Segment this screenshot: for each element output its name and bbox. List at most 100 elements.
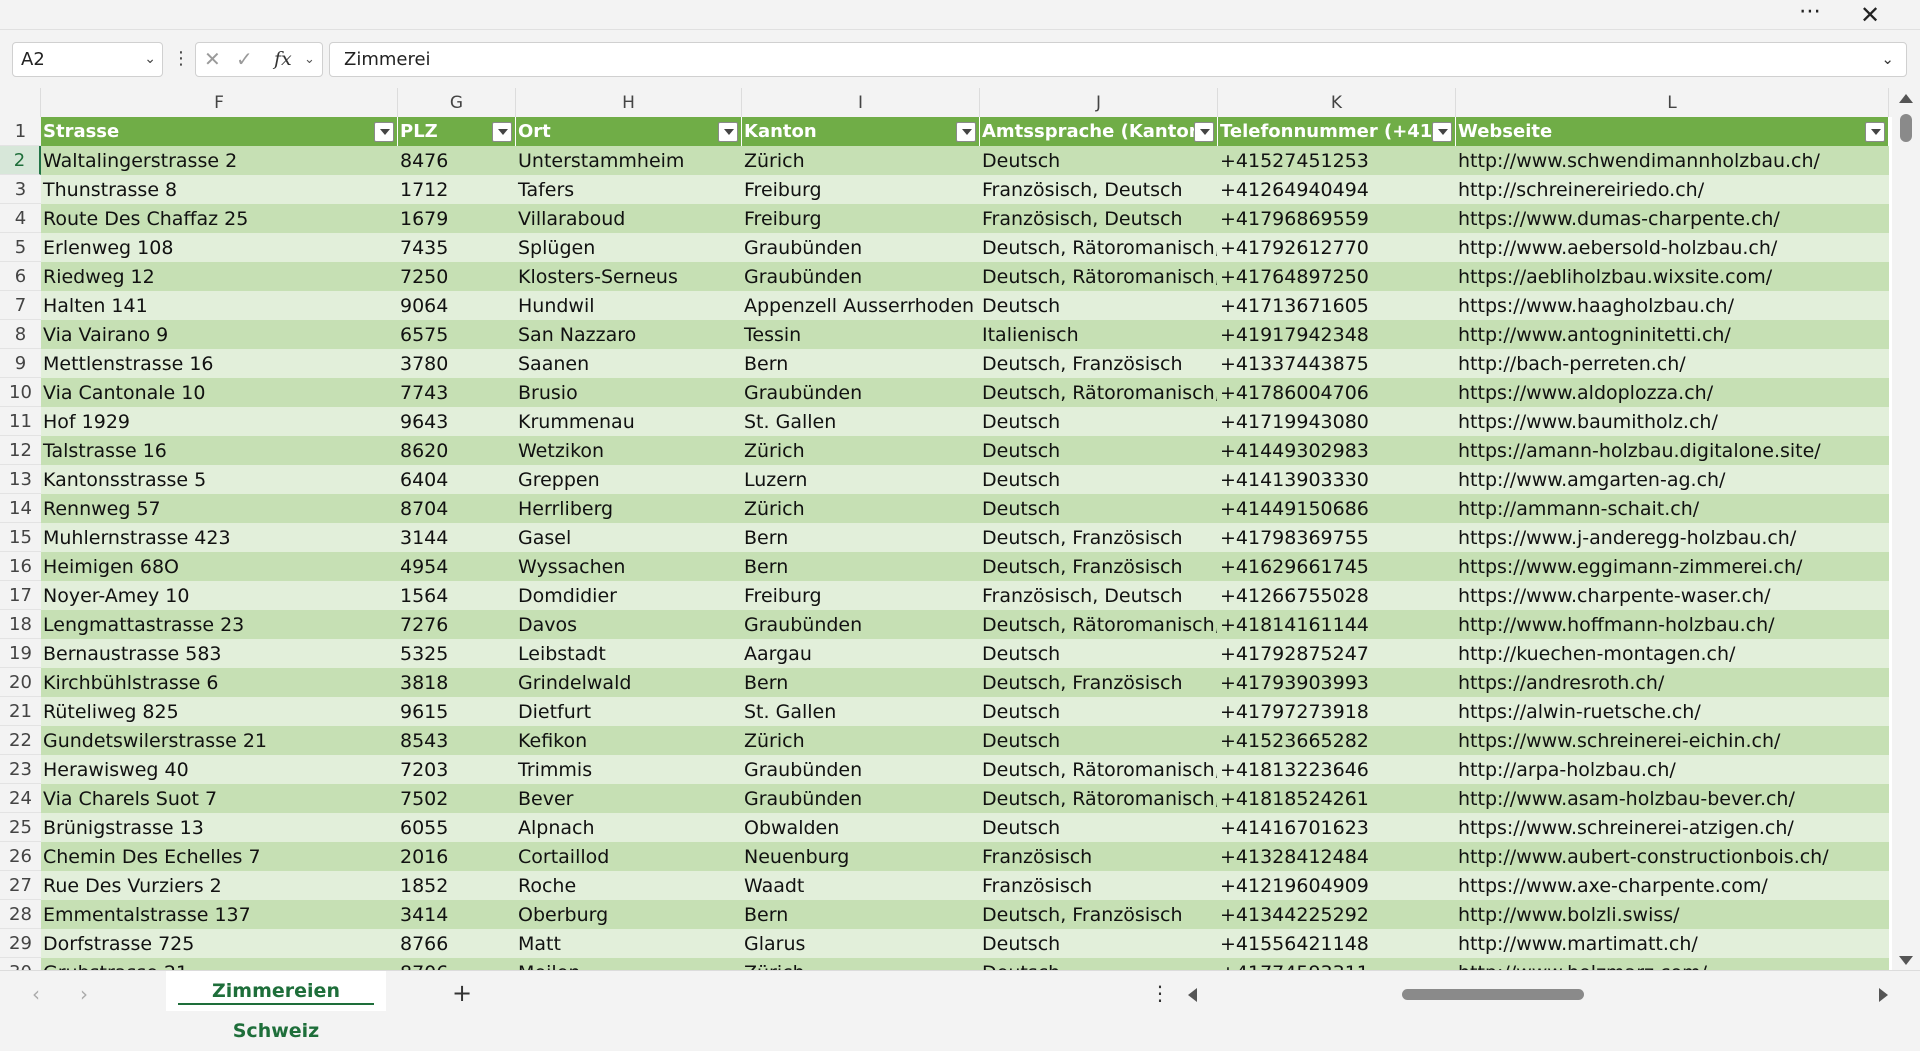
- table-cell[interactable]: https://alwin-ruetsche.ch/: [1456, 697, 1889, 726]
- filter-dropdown-icon[interactable]: [492, 122, 512, 142]
- table-header-cell[interactable]: Amtssprache (Kanton): [980, 117, 1218, 146]
- table-cell[interactable]: +41792612770: [1218, 233, 1456, 262]
- table-cell[interactable]: Bern: [742, 523, 980, 552]
- table-cell[interactable]: Kefikon: [516, 726, 742, 755]
- ellipsis-icon[interactable]: ⋯: [1790, 0, 1830, 30]
- filter-dropdown-icon[interactable]: [374, 122, 394, 142]
- table-cell[interactable]: Davos: [516, 610, 742, 639]
- column-header-h[interactable]: H: [516, 88, 742, 117]
- table-cell[interactable]: http://www.aubert-constructionbois.ch/: [1456, 842, 1889, 871]
- table-cell[interactable]: +41629661745: [1218, 552, 1456, 581]
- table-cell[interactable]: 4954: [398, 552, 516, 581]
- table-cell[interactable]: +41793903993: [1218, 668, 1456, 697]
- table-header-cell[interactable]: PLZ: [398, 117, 516, 146]
- filter-dropdown-icon[interactable]: [1194, 122, 1214, 142]
- table-cell[interactable]: 8704: [398, 494, 516, 523]
- table-cell[interactable]: +41527451253: [1218, 146, 1456, 175]
- row-header[interactable]: 22: [0, 726, 41, 755]
- table-cell[interactable]: 1712: [398, 175, 516, 204]
- column-header-g[interactable]: G: [398, 88, 516, 117]
- table-cell[interactable]: Appenzell Ausserrhoden: [742, 291, 980, 320]
- scroll-down-icon[interactable]: [1899, 956, 1913, 965]
- filter-dropdown-icon[interactable]: [956, 122, 976, 142]
- table-cell[interactable]: Talstrasse 16: [41, 436, 398, 465]
- table-cell[interactable]: Deutsch: [980, 929, 1218, 958]
- table-cell[interactable]: +41416701623: [1218, 813, 1456, 842]
- column-header-k[interactable]: K: [1218, 88, 1456, 117]
- table-cell[interactable]: http://www.aebersold-holzbau.ch/: [1456, 233, 1889, 262]
- table-cell[interactable]: Französisch: [980, 871, 1218, 900]
- table-cell[interactable]: Bever: [516, 784, 742, 813]
- column-header-i[interactable]: I: [742, 88, 980, 117]
- table-cell[interactable]: Deutsch, Rätoromanisch,: [980, 610, 1218, 639]
- table-cell[interactable]: Grubstrasse 21: [41, 958, 398, 970]
- row-header[interactable]: 12: [0, 436, 41, 465]
- table-cell[interactable]: Oberburg: [516, 900, 742, 929]
- table-cell[interactable]: Mettlenstrasse 16: [41, 349, 398, 378]
- table-cell[interactable]: Deutsch: [980, 813, 1218, 842]
- tab-zimmereien-schweiz[interactable]: Zimmereien Schweiz: [166, 971, 386, 1042]
- scroll-right-icon[interactable]: [1879, 988, 1888, 1002]
- chevron-left-icon[interactable]: ‹: [32, 971, 40, 1017]
- table-cell[interactable]: Riedweg 12: [41, 262, 398, 291]
- table-cell[interactable]: http://schreinereiriedo.ch/: [1456, 175, 1889, 204]
- table-cell[interactable]: Klosters-Serneus: [516, 262, 742, 291]
- row-header[interactable]: 3: [0, 175, 41, 204]
- table-cell[interactable]: +41774593311: [1218, 958, 1456, 970]
- table-cell[interactable]: +41719943080: [1218, 407, 1456, 436]
- table-cell[interactable]: http://kuechen-montagen.ch/: [1456, 639, 1889, 668]
- expand-formula-icon[interactable]: ⌄: [1881, 43, 1894, 76]
- row-header[interactable]: 30: [0, 958, 41, 970]
- insert-function-icon[interactable]: fx: [274, 43, 292, 76]
- table-cell[interactable]: Lengmattastrasse 23: [41, 610, 398, 639]
- table-cell[interactable]: +41796869559: [1218, 204, 1456, 233]
- row-header[interactable]: 23: [0, 755, 41, 784]
- table-cell[interactable]: Herrliberg: [516, 494, 742, 523]
- horizontal-scrollbar[interactable]: [1188, 985, 1888, 1005]
- row-header[interactable]: 5: [0, 233, 41, 262]
- row-header[interactable]: 26: [0, 842, 41, 871]
- table-cell[interactable]: https://www.aldoplozza.ch/: [1456, 378, 1889, 407]
- table-cell[interactable]: Neuenburg: [742, 842, 980, 871]
- column-header-j[interactable]: J: [980, 88, 1218, 117]
- table-cell[interactable]: Zürich: [742, 494, 980, 523]
- table-cell[interactable]: Bern: [742, 900, 980, 929]
- table-cell[interactable]: Tafers: [516, 175, 742, 204]
- table-cell[interactable]: Wetzikon: [516, 436, 742, 465]
- table-cell[interactable]: Deutsch: [980, 958, 1218, 970]
- table-cell[interactable]: Deutsch: [980, 465, 1218, 494]
- table-cell[interactable]: +41344225292: [1218, 900, 1456, 929]
- table-cell[interactable]: 3144: [398, 523, 516, 552]
- table-cell[interactable]: http://www.bolzli.swiss/: [1456, 900, 1889, 929]
- table-cell[interactable]: Bern: [742, 668, 980, 697]
- table-cell[interactable]: http://www.amgarten-ag.ch/: [1456, 465, 1889, 494]
- table-cell[interactable]: Deutsch: [980, 407, 1218, 436]
- table-cell[interactable]: Deutsch, Französisch: [980, 523, 1218, 552]
- table-cell[interactable]: Brusio: [516, 378, 742, 407]
- table-cell[interactable]: Rue Des Vurziers 2: [41, 871, 398, 900]
- table-header-cell[interactable]: Kanton: [742, 117, 980, 146]
- table-cell[interactable]: Aargau: [742, 639, 980, 668]
- table-cell[interactable]: Gundetswilerstrasse 21: [41, 726, 398, 755]
- table-cell[interactable]: Roche: [516, 871, 742, 900]
- table-cell[interactable]: https://www.baumitholz.ch/: [1456, 407, 1889, 436]
- table-cell[interactable]: Luzern: [742, 465, 980, 494]
- table-cell[interactable]: https://www.dumas-charpente.ch/: [1456, 204, 1889, 233]
- table-cell[interactable]: Freiburg: [742, 204, 980, 233]
- table-cell[interactable]: Unterstammheim: [516, 146, 742, 175]
- table-cell[interactable]: St. Gallen: [742, 697, 980, 726]
- vertical-ellipsis-icon[interactable]: ⋮: [1150, 971, 1170, 1015]
- table-cell[interactable]: Deutsch, Französisch: [980, 900, 1218, 929]
- table-header-cell[interactable]: Telefonnummer (+41): [1218, 117, 1456, 146]
- table-cell[interactable]: Graubünden: [742, 610, 980, 639]
- table-cell[interactable]: 1679: [398, 204, 516, 233]
- table-cell[interactable]: Erlenweg 108: [41, 233, 398, 262]
- table-cell[interactable]: Meilen: [516, 958, 742, 970]
- table-cell[interactable]: +41264940494: [1218, 175, 1456, 204]
- row-header[interactable]: 8: [0, 320, 41, 349]
- table-cell[interactable]: 3414: [398, 900, 516, 929]
- table-cell[interactable]: Graubünden: [742, 784, 980, 813]
- table-cell[interactable]: Dorfstrasse 725: [41, 929, 398, 958]
- vertical-scrollbar[interactable]: [1892, 88, 1920, 970]
- table-cell[interactable]: http://www.holzmarz.com/: [1456, 958, 1889, 970]
